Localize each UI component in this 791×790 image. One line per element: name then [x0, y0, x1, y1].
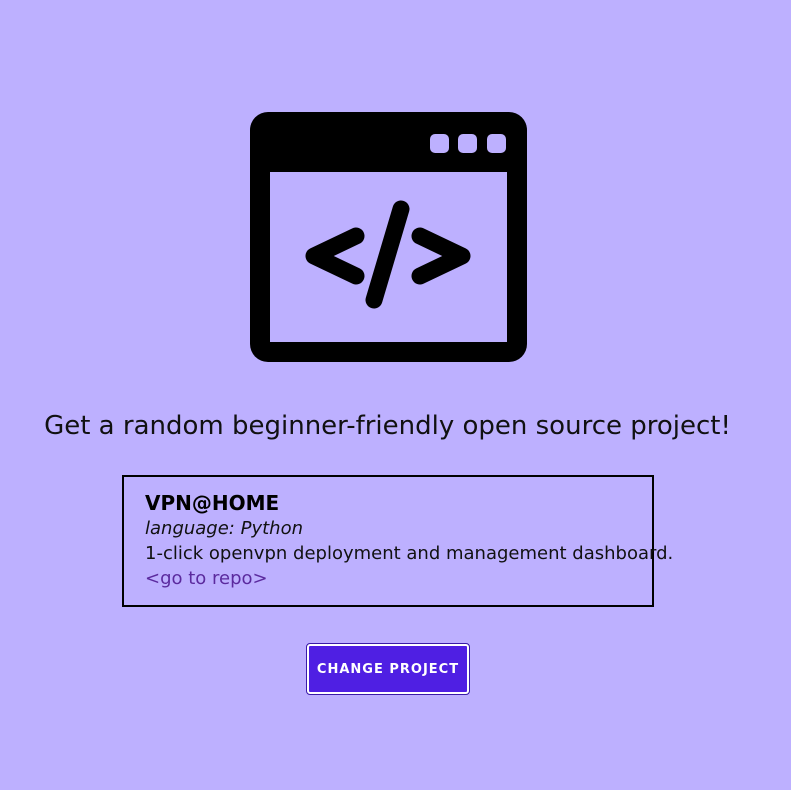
project-language: language: Python	[145, 518, 303, 539]
repo-link[interactable]: <go to repo>	[145, 566, 268, 592]
code-window-icon	[250, 112, 527, 362]
project-name: VPN@HOME	[145, 491, 280, 515]
page-tagline: Get a random beginner-friendly open sour…	[44, 411, 731, 441]
project-card: VPN@HOME language: Python 1-click openvp…	[122, 475, 674, 607]
project-description: 1-click openvpn deployment and managemen…	[145, 543, 674, 564]
change-project-button[interactable]: CHANGE PROJECT	[306, 643, 470, 695]
